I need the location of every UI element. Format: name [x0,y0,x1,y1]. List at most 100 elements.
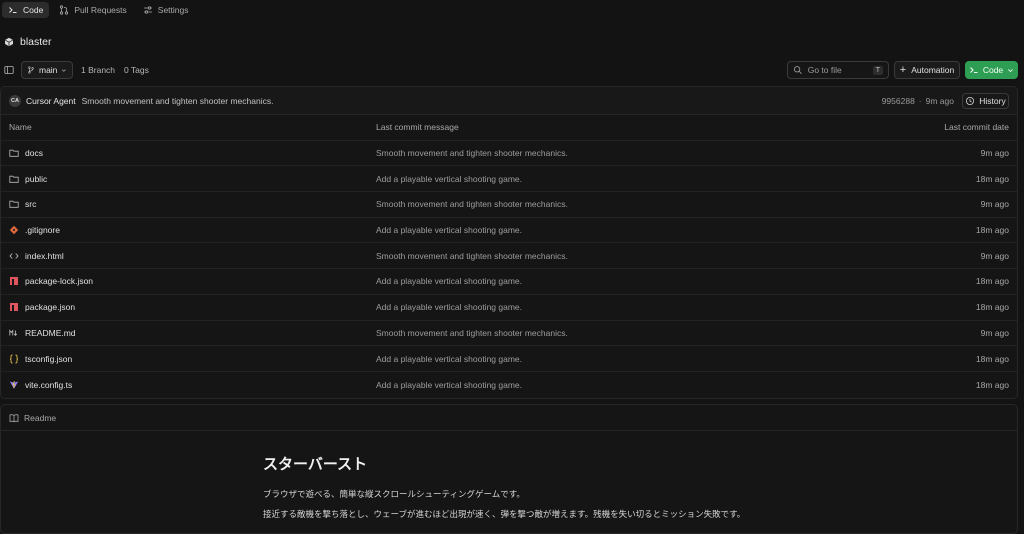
file-name-link[interactable]: index.html [25,251,64,261]
file-browser: CA Cursor Agent Smooth movement and tigh… [0,86,1018,399]
tab-pull-requests[interactable]: Pull Requests [53,2,132,18]
table-row[interactable]: .gitignore Add a playable vertical shooti… [1,218,1017,244]
tab-label: Pull Requests [74,5,127,15]
file-name-cell: README.md [9,328,76,338]
chevron-down-icon [1008,68,1014,72]
commit-message-link[interactable]: Add a playable vertical shooting game. [376,380,522,390]
file-name-cell: public [9,174,47,184]
npm-icon [10,277,18,286]
branch-selector[interactable]: main [21,61,73,79]
file-name-link[interactable]: docs [25,148,43,158]
book-icon [9,413,19,422]
file-name-cell: .gitignore [9,225,60,235]
commit-message-link[interactable]: Smooth movement and tighten shooter mech… [376,199,568,209]
file-name-cell: src [9,199,36,209]
table-row[interactable]: src Smooth movement and tighten shooter m… [1,192,1017,218]
top-nav: Code Pull Requests Settings [0,0,1024,20]
repo-cube-icon [4,37,14,47]
branch-icon [28,66,34,74]
file-name-link[interactable]: public [25,174,47,184]
commit-message-link[interactable]: Smooth movement and tighten shooter mech… [376,328,568,338]
readme-paragraph: 接近する敵機を撃ち落とし、ウェーブが進むほど出現が速く、弾を撃つ敵が増えます。残… [263,509,746,519]
tab-label: Settings [157,5,189,15]
table-row[interactable]: README.md Smooth movement and tighten sho… [1,321,1017,347]
commit-date: 18m ago [975,353,1009,364]
history-button[interactable]: History [962,92,1009,109]
file-name-link[interactable]: package.json [25,302,75,312]
file-name-link[interactable]: README.md [25,328,76,338]
header-message: Last commit message [376,122,459,133]
readme-paragraph: ブラウザで遊べる、簡単な縦スクロールシューティングゲームです。 [263,489,525,499]
commit-date: 9m ago [980,250,1009,261]
commit-message-link[interactable]: Smooth movement and tighten shooter mech… [376,251,568,261]
commit-message-link[interactable]: Add a playable vertical shooting game. [376,225,522,235]
tab-label: Code [23,5,44,15]
readme-label: Readme [24,412,57,423]
terminal-icon [9,7,17,13]
file-name-cell: package-lock.json [9,276,93,286]
search-icon [793,66,802,75]
file-name-cell: tsconfig.json [9,354,72,364]
commit-hash[interactable]: 9956288 [882,96,915,106]
readme-title: スターバースト [263,456,368,473]
file-list: docs Smooth movement and tighten shooter … [1,141,1017,398]
repo-title: blaster [4,36,52,48]
commit-author[interactable]: Cursor Agent [26,96,76,106]
folder-icon [9,201,19,209]
file-name-link[interactable]: package-lock.json [25,276,93,286]
table-row[interactable]: docs Smooth movement and tighten shooter … [1,141,1017,167]
table-row[interactable]: public Add a playable vertical shooting g… [1,166,1017,193]
readme-content: スターバースト ブラウザで遊べる、簡単な縦スクロールシューティングゲームです。 … [263,453,745,528]
table-row[interactable]: vite.config.ts Add a playable vertical sh… [1,372,1017,398]
repo-name[interactable]: blaster [20,36,52,48]
latest-commit-bar: CA Cursor Agent Smooth movement and tigh… [1,87,1017,115]
readme-header: Readme [1,405,1017,431]
chevron-down-icon [62,68,67,72]
commit-message[interactable]: Smooth movement and tighten shooter mech… [82,96,274,106]
commit-date: 9m ago [980,327,1009,338]
tag-count-link[interactable]: 0 Tags [124,65,149,75]
header-name: Name [9,122,32,133]
file-name-link[interactable]: vite.config.ts [25,380,72,390]
commit-date: 18m ago [975,173,1009,184]
go-to-file[interactable]: T [787,61,889,79]
commit-date: 9m ago [980,199,1009,210]
file-name-link[interactable]: tsconfig.json [25,354,72,364]
table-row[interactable]: tsconfig.json Add a playable vertical sho… [1,346,1017,372]
commit-date: 9m ago [980,148,1009,159]
pull-request-icon [60,5,69,15]
table-row[interactable]: package-lock.json Add a playable vertical… [1,269,1017,295]
avatar: CA [9,94,21,107]
table-row[interactable]: package.json Add a playable vertical shoo… [1,295,1017,321]
commit-message-link[interactable]: Add a playable vertical shooting game. [376,354,522,364]
file-name-link[interactable]: src [25,199,36,209]
folder-icon [9,175,19,183]
header-date: Last commit date [944,122,1009,133]
sidebar-toggle-icon[interactable] [4,65,14,75]
commit-message-link[interactable]: Add a playable vertical shooting game. [376,174,522,184]
commit-time: 9m ago [925,95,954,106]
sliders-icon [143,6,152,14]
readme-panel: Readme スターバースト ブラウザで遊べる、簡単な縦スクロールシューティング… [0,404,1018,534]
go-to-file-input[interactable] [807,65,868,75]
table-row[interactable]: index.html Smooth movement and tighten sh… [1,243,1017,270]
code-button[interactable]: Code [965,61,1018,79]
commit-message-link[interactable]: Add a playable vertical shooting game. [376,302,522,312]
branch-name: main [38,65,58,75]
branch-count-link[interactable]: 1 Branch [81,65,115,75]
commit-message-link[interactable]: Smooth movement and tighten shooter mech… [376,148,568,158]
tab-code[interactable]: Code [2,2,50,18]
markdown-icon [9,329,18,336]
commit-date: 18m ago [975,225,1009,236]
file-name-cell: docs [9,148,43,158]
history-label: History [979,95,1006,106]
commit-date: 18m ago [975,276,1009,287]
table-header: Name Last commit message Last commit dat… [1,115,1017,141]
commit-date: 18m ago [975,302,1009,313]
automation-button[interactable]: + Automation [894,61,960,79]
file-name-link[interactable]: .gitignore [25,225,60,235]
commit-message-link[interactable]: Add a playable vertical shooting game. [376,276,522,286]
tab-settings[interactable]: Settings [137,2,195,18]
folder-icon [9,149,19,157]
separator: · [918,95,922,106]
